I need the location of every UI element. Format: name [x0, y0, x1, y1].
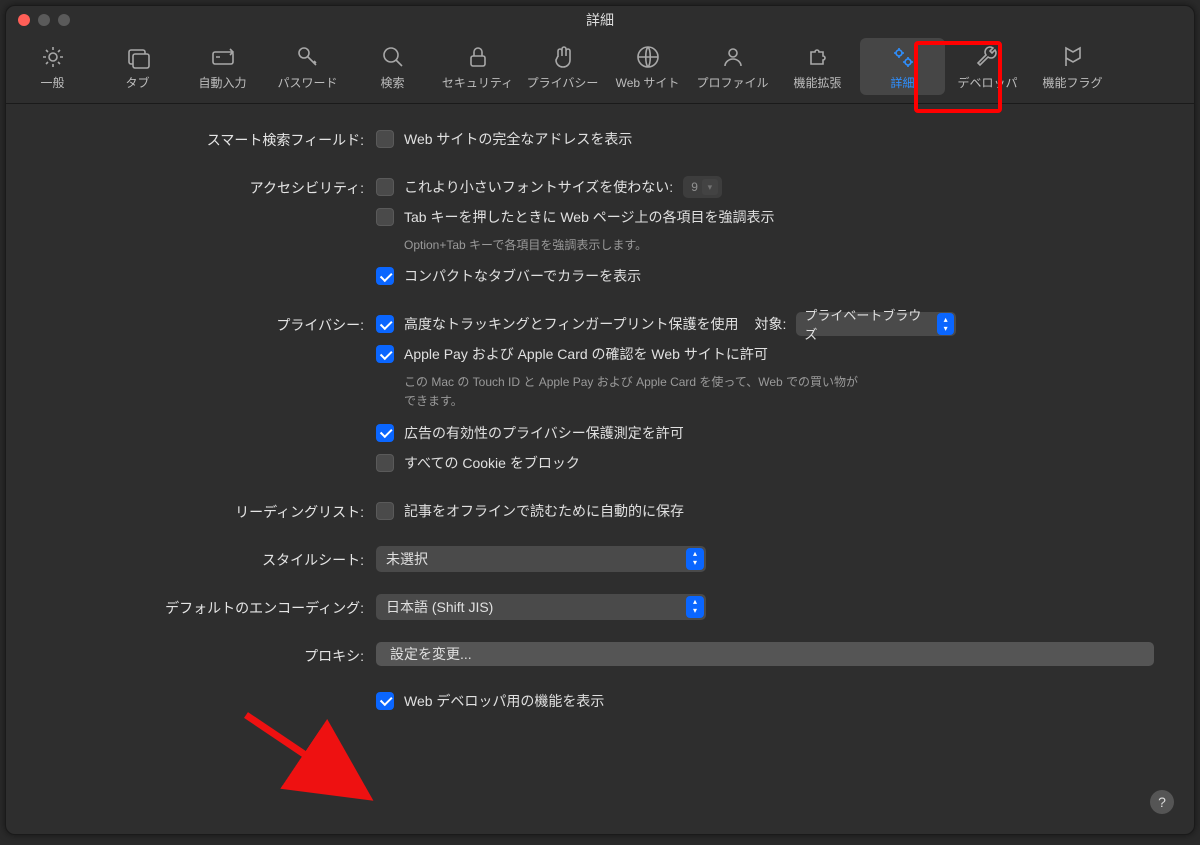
accessibility-label: アクセシビリティ: [46, 174, 376, 198]
wrench-icon [973, 42, 1003, 72]
toolbar-tab-label: プライバシー [527, 74, 599, 91]
globe-icon [633, 42, 663, 72]
tabs-icon [123, 42, 153, 72]
tab-highlight-checkbox[interactable] [376, 208, 394, 226]
apple-pay-hint: この Mac の Touch ID と Apple Pay および Apple … [404, 373, 864, 411]
toolbar-tab-tabs[interactable]: タブ [95, 38, 180, 95]
toolbar-tab-label: セキュリティ [442, 74, 513, 91]
select-arrows-icon [686, 548, 704, 570]
toolbar-tab-label: プロファイル [696, 74, 768, 91]
preferences-window: 詳細 一般 タブ 自動入力 パスワード 検索 セキュリティプライバシー Web サイトプロフ… [5, 5, 1195, 835]
select-arrows-icon [686, 596, 704, 618]
puzzle-icon [803, 42, 833, 72]
toolbar-tab-label: 検索 [380, 74, 404, 91]
min-font-label: これより小さいフォントサイズを使わない: [404, 177, 673, 197]
apple-pay-checkbox[interactable] [376, 345, 394, 363]
ad-measurement-label: 広告の有効性のプライバシー保護測定を許可 [404, 423, 684, 443]
preferences-toolbar: 一般 タブ 自動入力 パスワード 検索 セキュリティプライバシー Web サイトプロファイル… [6, 34, 1194, 104]
smart-search-label: スマート検索フィールド: [46, 126, 376, 150]
toolbar-tab-flags[interactable]: 機能フラグ [1030, 38, 1115, 95]
advanced-pane: スマート検索フィールド: Web サイトの完全なアドレスを表示 アクセシビリティ… [6, 104, 1194, 822]
tracking-protection-label: 高度なトラッキングとフィンガープリント保護を使用 [404, 314, 738, 334]
stylesheet-label: スタイルシート: [46, 546, 376, 570]
toolbar-tab-security[interactable]: セキュリティ [435, 38, 520, 95]
toolbar-tab-websites[interactable]: Web サイト [605, 38, 690, 95]
select-arrows-icon [937, 313, 955, 335]
toolbar-tab-privacy[interactable]: プライバシー [520, 38, 605, 95]
show-develop-menu-label: Web デベロッパ用の機能を表示 [404, 691, 604, 711]
min-font-checkbox[interactable] [376, 178, 394, 196]
toolbar-tab-label: Web サイト [616, 74, 680, 91]
show-full-address-checkbox[interactable] [376, 130, 394, 148]
save-offline-checkbox[interactable] [376, 502, 394, 520]
privacy-label: プライバシー: [46, 311, 376, 335]
toolbar-tab-label: 自動入力 [198, 74, 246, 91]
toolbar-tab-extensions[interactable]: 機能拡張 [775, 38, 860, 95]
block-cookies-label: すべての Cookie をブロック [404, 453, 580, 473]
key-icon [293, 42, 323, 72]
tracking-target-select[interactable]: プライベートブラウズ [796, 312, 956, 336]
autofill-icon [208, 42, 238, 72]
search-icon [378, 42, 408, 72]
toolbar-tab-search[interactable]: 検索 [350, 38, 435, 95]
toolbar-tab-passwords[interactable]: パスワード [265, 38, 350, 95]
toolbar-tab-label: 一般 [40, 74, 64, 91]
toolbar-tab-developer[interactable]: デベロッパ [945, 38, 1030, 95]
profile-icon [718, 42, 748, 72]
save-offline-label: 記事をオフラインで読むために自動的に保存 [404, 501, 684, 521]
tracking-protection-checkbox[interactable] [376, 315, 394, 333]
toolbar-tab-advanced[interactable]: 詳細 [860, 38, 945, 95]
toolbar-tab-profiles[interactable]: プロファイル [690, 38, 775, 95]
encoding-select[interactable]: 日本語 (Shift JIS) [376, 594, 706, 620]
show-develop-menu-checkbox[interactable] [376, 692, 394, 710]
tracking-target-label: 対象: [754, 314, 786, 334]
change-proxy-settings-button[interactable]: 設定を変更... [376, 642, 1154, 666]
show-full-address-label: Web サイトの完全なアドレスを表示 [404, 129, 632, 149]
toolbar-tab-label: 機能拡張 [793, 74, 841, 91]
ad-measurement-checkbox[interactable] [376, 424, 394, 442]
lock-icon [463, 42, 493, 72]
toolbar-tab-label: パスワード [277, 74, 337, 91]
toolbar-tab-label: 機能フラグ [1042, 74, 1102, 91]
compact-tab-color-checkbox[interactable] [376, 267, 394, 285]
block-cookies-checkbox[interactable] [376, 454, 394, 472]
toolbar-tab-label: タブ [125, 74, 149, 91]
stylesheet-select[interactable]: 未選択 [376, 546, 706, 572]
proxy-label: プロキシ: [46, 642, 376, 666]
toolbar-tab-general[interactable]: 一般 [10, 38, 95, 95]
compact-tab-color-label: コンパクトなタブバーでカラーを表示 [404, 266, 641, 286]
reading-list-label: リーディングリスト: [46, 498, 376, 522]
help-button[interactable]: ? [1150, 790, 1174, 814]
window-title: 詳細 [6, 10, 1194, 30]
dropdown-icon [702, 179, 718, 195]
toolbar-tab-autofill[interactable]: 自動入力 [180, 38, 265, 95]
encoding-label: デフォルトのエンコーディング: [46, 594, 376, 618]
min-font-size-select[interactable]: 9 [683, 176, 722, 198]
gear-icon [38, 42, 68, 72]
tab-highlight-hint: Option+Tab キーで各項目を強調表示します。 [404, 236, 864, 255]
titlebar: 詳細 [6, 6, 1194, 34]
gears-icon [888, 42, 918, 72]
toolbar-tab-label: デベロッパ [957, 74, 1017, 91]
hand-icon [548, 42, 578, 72]
apple-pay-label: Apple Pay および Apple Card の確認を Web サイトに許可 [404, 344, 768, 364]
toolbar-tab-label: 詳細 [890, 74, 914, 91]
tab-highlight-label: Tab キーを押したときに Web ページ上の各項目を強調表示 [404, 207, 775, 227]
flag-icon [1058, 42, 1088, 72]
